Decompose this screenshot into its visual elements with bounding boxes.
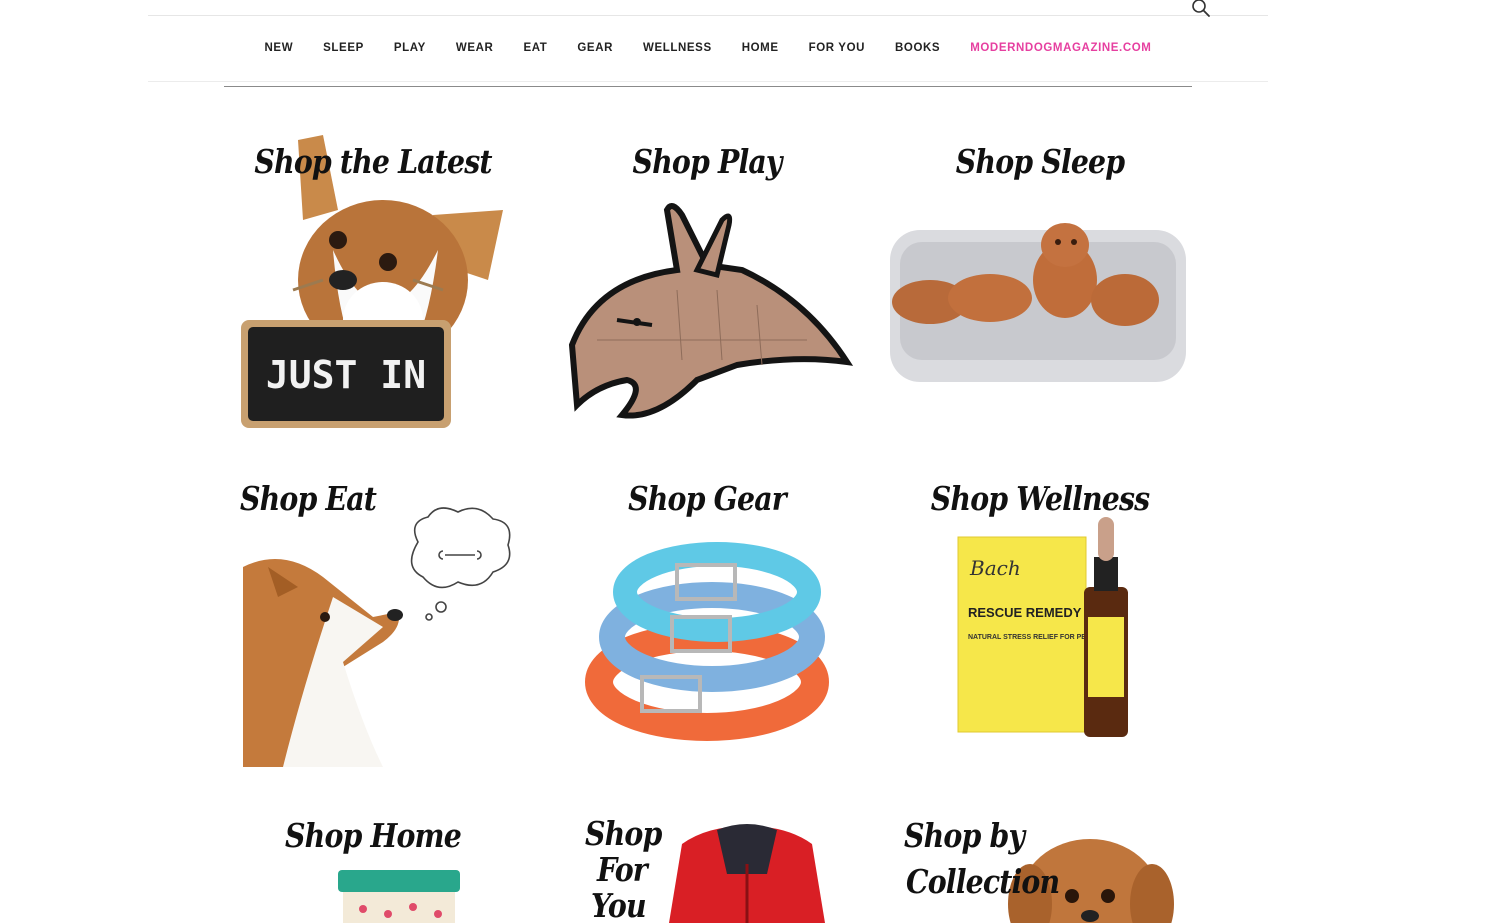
tile-title-line-1: Shop: [585, 814, 662, 853]
nav-item-sleep[interactable]: SLEEP: [323, 42, 364, 54]
tile-shop-play[interactable]: Shop Play: [557, 130, 857, 430]
tile-title-line-3: You: [591, 886, 647, 923]
tile-shop-gear[interactable]: Shop Gear: [557, 467, 857, 767]
nav-item-new[interactable]: NEW: [265, 42, 294, 54]
nav-item-books[interactable]: BOOKS: [895, 42, 940, 54]
nav-item-home[interactable]: HOME: [742, 42, 779, 54]
tile-shop-eat[interactable]: Shop Eat: [223, 467, 523, 767]
nav-item-eat[interactable]: EAT: [523, 42, 547, 54]
product-name: RESCUE REMEDY: [968, 605, 1082, 620]
nav-item-wellness[interactable]: WELLNESS: [643, 42, 712, 54]
tile-title: Shop Home: [285, 816, 462, 855]
tile-shop-sleep[interactable]: Shop Sleep: [890, 130, 1190, 430]
tile-title: Shop Gear: [628, 479, 787, 518]
product-subtitle: NATURAL STRESS RELIEF FOR PETS: [968, 634, 1095, 641]
nav-item-for-you[interactable]: FOR YOU: [809, 42, 865, 54]
tile-title-line-2: Collection: [906, 862, 1060, 901]
tile-title: Shop Sleep: [955, 142, 1125, 181]
sign-text: JUST IN: [266, 353, 426, 397]
tile-title-line-2: For: [597, 850, 648, 889]
nav-item-gear[interactable]: GEAR: [577, 42, 613, 54]
tile-title-line-1: Shop by: [904, 816, 1025, 855]
tile-title: Shop Play: [632, 142, 782, 181]
tile-title: Shop the Latest: [254, 142, 492, 181]
nav-bottom-divider: [224, 86, 1192, 87]
nav-item-play[interactable]: PLAY: [394, 42, 426, 54]
tile-shop-home[interactable]: Shop Home: [223, 804, 523, 923]
nav-item-moderndog-magazine[interactable]: MODERNDOGMAGAZINE.COM: [970, 42, 1151, 54]
tile-shop-by-collection[interactable]: Shop by Collection: [890, 804, 1190, 923]
tile-shop-the-latest[interactable]: JUST IN Shop the Latest: [223, 130, 523, 430]
main-nav: NEW SLEEP PLAY WEAR EAT GEAR WELLNESS HO…: [148, 15, 1268, 82]
tile-shop-wellness[interactable]: Bach RESCUE REMEDY NATURAL STRESS RELIEF…: [890, 467, 1190, 767]
nav-item-wear[interactable]: WEAR: [456, 42, 494, 54]
tile-title: Shop Eat: [239, 479, 377, 518]
tile-shop-for-you[interactable]: Shop For You: [557, 804, 857, 923]
product-brand: Bach: [969, 556, 1021, 580]
tile-title: Shop Wellness: [930, 479, 1150, 518]
